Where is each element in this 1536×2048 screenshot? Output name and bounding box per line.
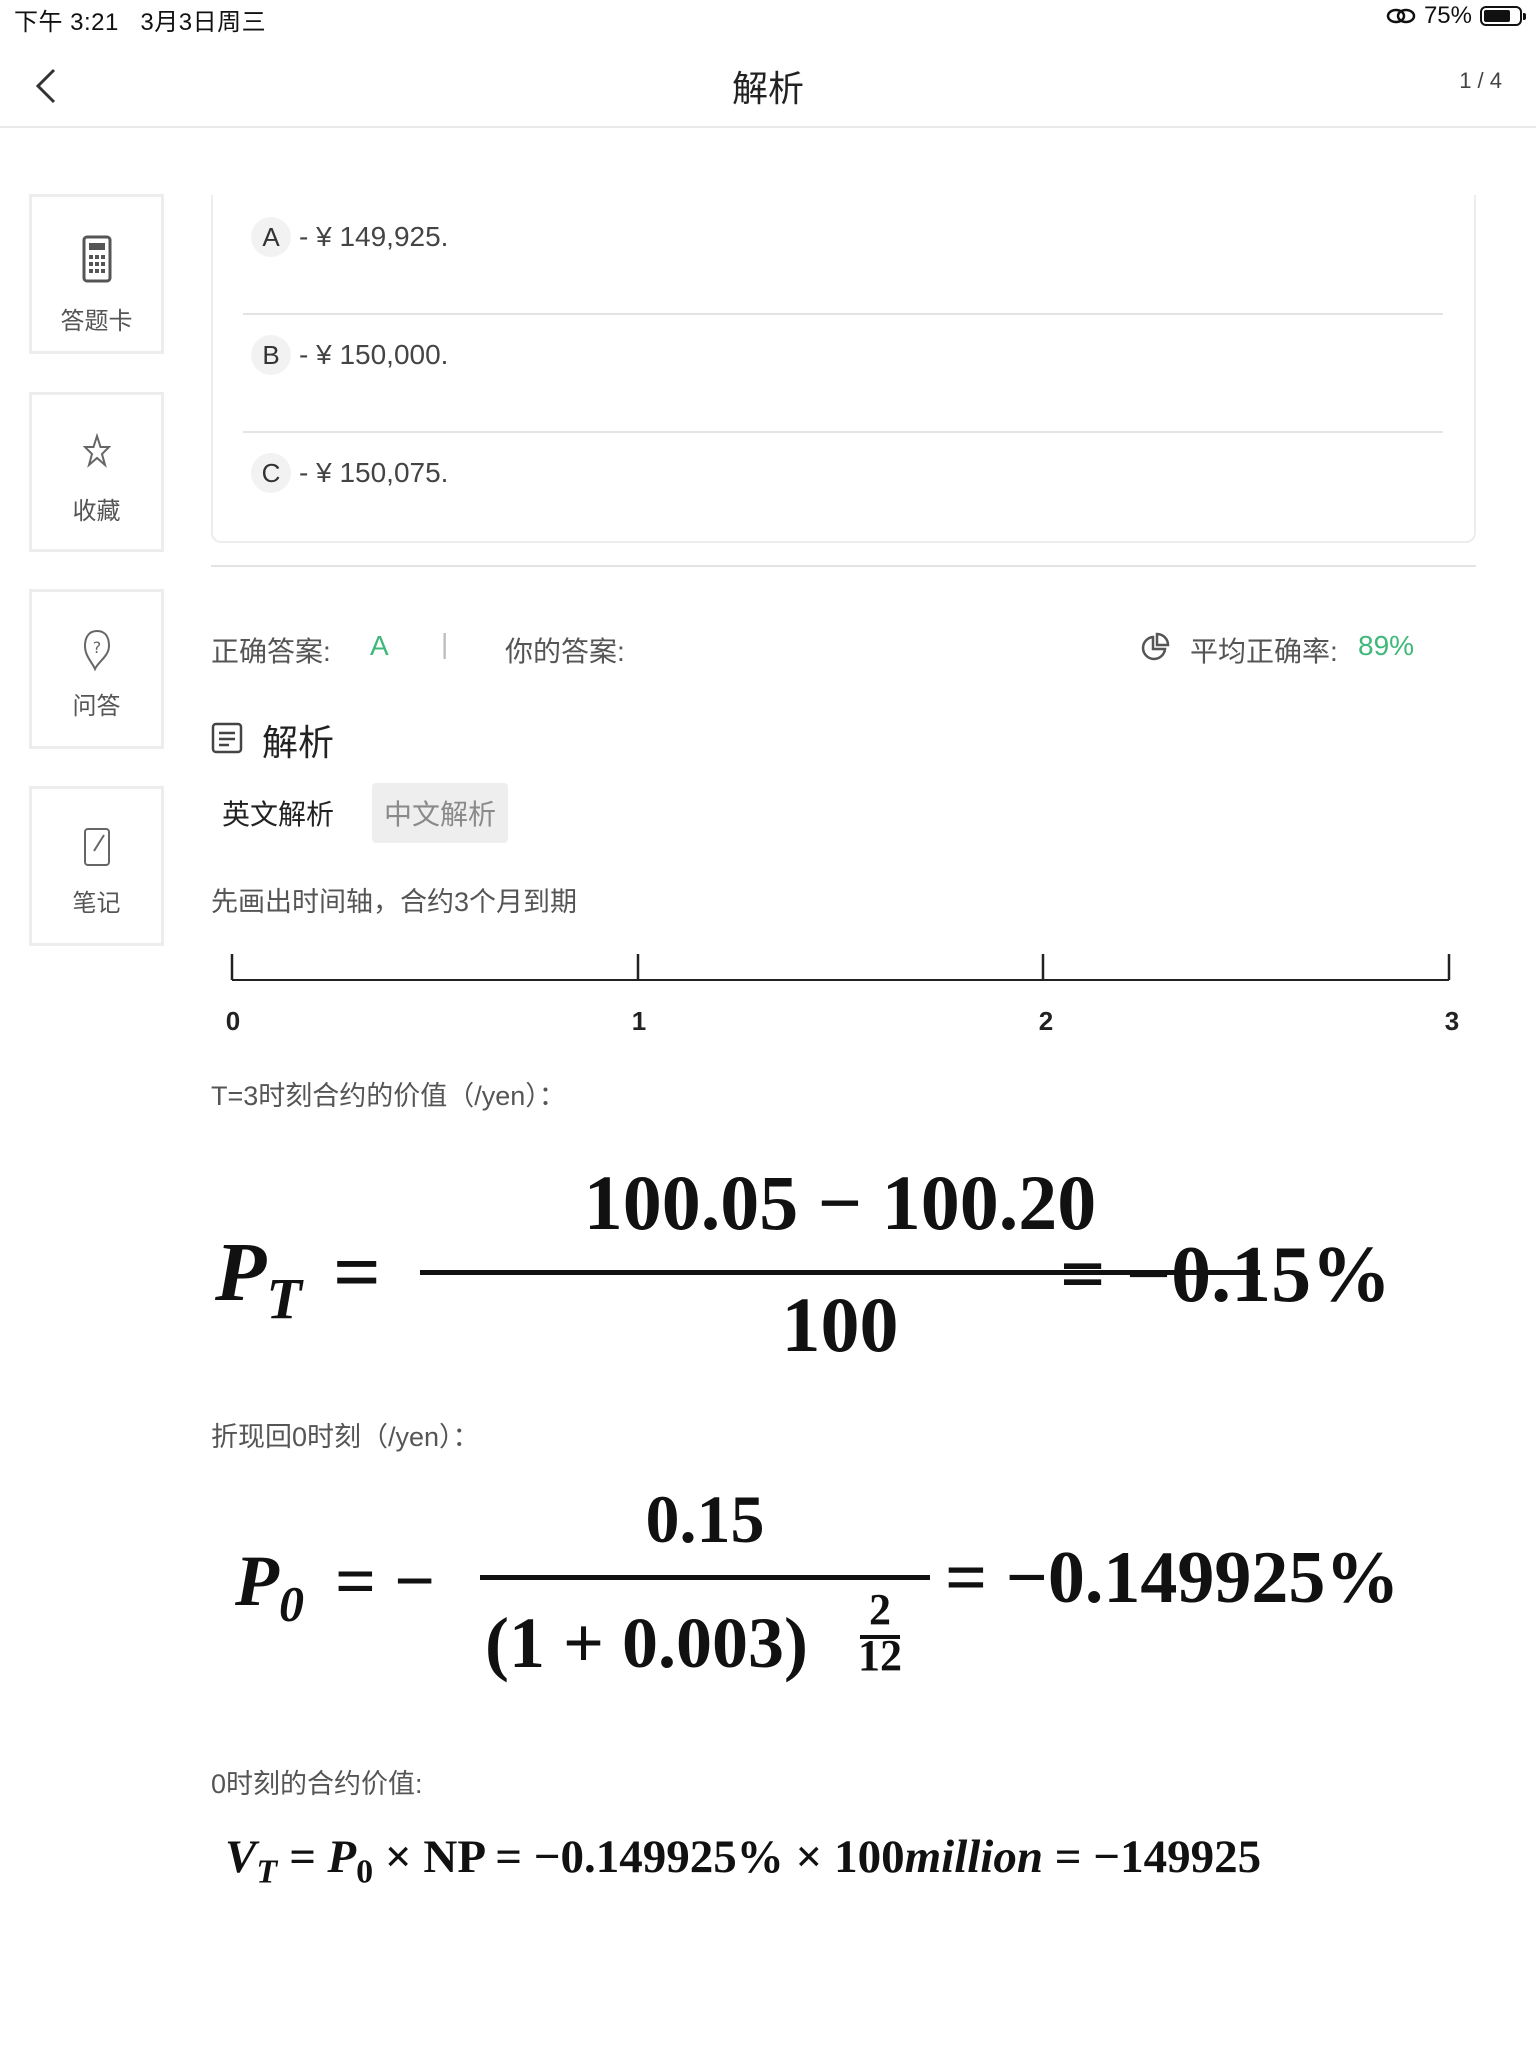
avg-accuracy-value: 89% [1358,630,1415,661]
page-title: 解析 [731,68,804,109]
option-b[interactable]: B - ¥ 150,000. [243,313,1443,433]
step1-text: T=3时刻合约的价值（/yen）： [211,1081,566,1111]
step2-text: 折现回0时刻（/yen）： [211,1422,480,1452]
timeline-label: 0 [226,1006,240,1036]
sidebar-item-answer-card[interactable]: 答题卡 [29,194,164,354]
formula-result: = −0.149925% [945,1537,1400,1619]
formula-sub: 0 [278,1575,304,1632]
sidebar-item-label: 问答 [72,693,121,720]
formula-numerator: 0.15 [645,1481,765,1557]
your-answer-label: 你的答案: [505,636,625,667]
tab-english-analysis[interactable]: 英文解析 [210,783,346,843]
status-time-date: 下午 3:21 3月3日周三 [14,2,266,37]
formula-denominator: (1 + 0.003) [485,1603,808,1683]
formula-vt: VT = P0 × NP = −0.149925% × 100million =… [225,1831,1262,1891]
sidebar-item-qa[interactable]: ? 问答 [29,589,164,749]
formula-exp-den: 12 [858,1631,902,1680]
calculator-icon [82,235,111,283]
analysis-title: 解析 [262,722,335,763]
option-a[interactable]: A - ¥ 149,925. [243,195,1443,315]
battery-icon [1480,6,1526,26]
avg-accuracy-label: 平均正确率: [1190,636,1338,667]
nav-bar: 解析 1 / 4 [0,42,1536,128]
sidebar-item-label: 笔记 [72,890,121,917]
option-c[interactable]: C - ¥ 150,075. [243,431,1443,549]
option-letter: B [251,335,291,375]
battery-percent: 75% [1423,2,1472,29]
edit-note-icon [83,828,110,866]
formula-p0: P0 = − 0.15 (1 + 0.003) 2 12 = −0.149925… [235,1480,1475,1720]
formula-lhs: P [235,1541,279,1621]
timeline-label: 1 [632,1006,646,1036]
page-indicator: 1 / 4 [1459,68,1502,93]
option-letter: A [251,217,291,257]
divider [211,565,1476,567]
step3-text: 0时刻的合约价值: [211,1769,423,1799]
option-letter: C [251,453,291,493]
status-time: 下午 3:21 [14,9,119,36]
sidebar-item-favorite[interactable]: 收藏 [29,392,164,552]
option-text: - ¥ 150,000. [299,339,449,370]
option-text: - ¥ 149,925. [299,221,449,252]
svg-text:?: ? [92,638,101,657]
question-icon: ? [83,629,110,672]
timeline-diagram: 0 1 2 3 [226,954,1459,1036]
formula-sub: T [266,1265,302,1331]
formula-lhs: P [215,1226,267,1319]
formula-neg: = − [335,1541,436,1621]
pie-chart-icon [1141,632,1170,661]
correct-answer-value: A [370,630,389,661]
formula-result: = −0.15% [1060,1231,1392,1319]
status-date: 3月3日周三 [140,9,267,36]
fraction-bar [480,1575,930,1580]
sidebar-item-label: 答题卡 [60,308,133,335]
star-icon [82,433,111,468]
formula-pt: PT = 100.05 − 100.20 100 = −0.15% [215,1159,1392,1368]
sidebar-item-notes[interactable]: 笔记 [29,786,164,946]
formula-exp-num: 2 [869,1585,891,1634]
timeline-label: 2 [1039,1006,1053,1036]
analysis-intro: 先画出时间轴，合约3个月到期 [211,887,578,917]
answer-separator: | [441,628,449,659]
tab-chinese-analysis[interactable]: 中文解析 [372,783,509,843]
document-icon [211,722,243,754]
options-card: A - ¥ 149,925. B - ¥ 150,000. C - ¥ 150,… [211,195,1476,543]
sidebar-item-label: 收藏 [72,498,121,525]
link-icon [1386,8,1416,24]
timeline-label: 3 [1445,1006,1459,1036]
correct-answer-label: 正确答案: [211,636,331,667]
status-right: 75% [1386,2,1526,30]
option-text: - ¥ 150,075. [299,457,449,488]
